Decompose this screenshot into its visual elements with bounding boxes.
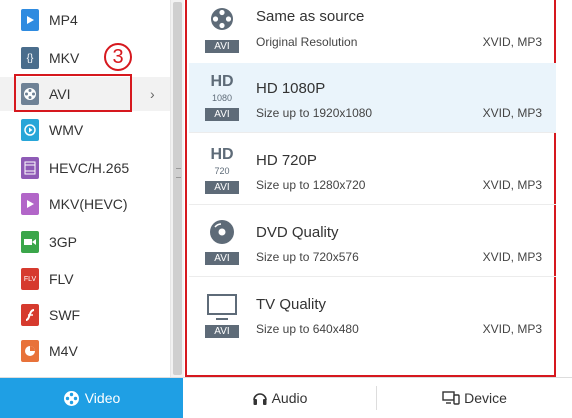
preset-description: Size up to 1280x720 — [256, 178, 366, 192]
resolution-badge: 720 — [214, 166, 230, 176]
preset-codec: XVID, MP3 — [482, 106, 542, 120]
hd-badge: HD — [210, 146, 234, 163]
format-label: SWF — [49, 307, 81, 323]
preset-description: Original Resolution — [256, 35, 358, 49]
preset-item-same-as-source[interactable]: AVI Same as source Original Resolution X… — [189, 0, 556, 70]
format-item-mkv[interactable]: {} MKV — [0, 41, 170, 75]
format-item-mkv-hevc[interactable]: MKV(HEVC) — [0, 187, 170, 221]
chevron-right-icon: › — [150, 86, 155, 102]
preset-name: TV Quality — [256, 296, 327, 313]
format-item-wmv[interactable]: WMV — [0, 113, 170, 147]
preset-item-hd-1080p[interactable]: HD 1080 AVI HD 1080P Size up to 1920x108… — [189, 63, 556, 133]
3gp-icon — [21, 231, 39, 253]
format-list: MP4 {} MKV AVI › WMV HEVC/H.265 MKV(HEVC… — [0, 0, 170, 377]
format-item-3gp[interactable]: 3GP — [0, 225, 170, 259]
format-label: HEVC/H.265 — [49, 160, 130, 176]
headphones-icon — [252, 390, 268, 406]
format-label: WMV — [49, 122, 84, 138]
preset-description: Size up to 1920x1080 — [256, 106, 373, 120]
format-item-flv[interactable]: FLV FLV — [0, 262, 170, 296]
preset-description: Size up to 720x576 — [256, 250, 359, 264]
preset-description: Size up to 640x480 — [256, 322, 359, 336]
format-item-hevc[interactable]: HEVC/H.265 — [0, 151, 170, 185]
tab-label: Video — [84, 390, 121, 406]
hd-1080-icon: HD 1080 AVI — [205, 73, 239, 121]
preset-list: AVI Same as source Original Resolution X… — [185, 0, 556, 377]
hd-720-icon: HD 720 AVI — [205, 146, 239, 194]
format-item-swf[interactable]: SWF — [0, 298, 170, 332]
preset-item-tv-quality[interactable]: AVI TV Quality Size up to 640x480 XVID, … — [189, 279, 556, 349]
preset-codec: XVID, MP3 — [482, 35, 542, 49]
preset-list-scrollbar[interactable] — [556, 0, 572, 377]
hd-badge: HD — [210, 73, 234, 90]
resolution-badge: 1080 — [211, 93, 233, 103]
avi-tag: AVI — [205, 108, 239, 121]
mkv-hevc-icon — [21, 193, 39, 215]
preset-item-dvd-quality[interactable]: AVI DVD Quality Size up to 720x576 XVID,… — [189, 207, 556, 277]
annotation-highlight — [14, 74, 132, 112]
format-label: MKV — [49, 50, 80, 66]
preset-item-hd-720p[interactable]: HD 720 AVI HD 720P Size up to 1280x720 X… — [189, 135, 556, 205]
avi-tag: AVI — [205, 40, 239, 53]
format-item-m4v[interactable]: M4V — [0, 334, 170, 368]
tab-device[interactable]: Device — [377, 378, 572, 418]
m4v-icon — [21, 340, 39, 362]
format-label: MP4 — [49, 12, 78, 28]
preset-name: HD 1080P — [256, 80, 326, 97]
flv-icon: FLV — [21, 268, 39, 290]
avi-tag: AVI — [205, 252, 239, 265]
format-label: 3GP — [49, 234, 78, 250]
format-item-mp4[interactable]: MP4 — [0, 3, 170, 37]
format-list-scrollbar[interactable] — [170, 0, 184, 377]
tab-audio[interactable]: Audio — [183, 378, 376, 418]
avi-tag: AVI — [205, 181, 239, 194]
tab-label: Audio — [271, 390, 308, 406]
preset-codec: XVID, MP3 — [482, 250, 542, 264]
format-label: FLV — [49, 271, 74, 287]
preset-codec: XVID, MP3 — [482, 178, 542, 192]
mp4-icon — [21, 9, 39, 31]
preset-name: Same as source — [256, 8, 365, 25]
format-label: M4V — [49, 343, 78, 359]
preset-name: DVD Quality — [256, 224, 339, 241]
swf-icon — [21, 304, 39, 326]
wmv-icon — [21, 119, 39, 141]
film-reel-icon: AVI — [205, 5, 239, 53]
category-tabs: Video Audio Device — [0, 377, 572, 418]
avi-tag: AVI — [205, 325, 239, 338]
scrollbar-thumb[interactable] — [173, 2, 182, 375]
annotation-step-number: 3 — [104, 43, 132, 71]
mkv-icon: {} — [21, 47, 39, 69]
device-icon — [442, 390, 460, 406]
tab-video[interactable]: Video — [0, 378, 183, 418]
tv-icon: AVI — [205, 290, 239, 338]
preset-codec: XVID, MP3 — [482, 322, 542, 336]
hevc-icon — [21, 157, 39, 179]
film-reel-icon — [63, 390, 80, 407]
tab-label: Device — [464, 390, 507, 406]
format-label: MKV(HEVC) — [49, 196, 128, 212]
preset-name: HD 720P — [256, 152, 317, 169]
scrollbar-grip-icon — [176, 168, 181, 178]
dvd-icon: AVI — [205, 217, 239, 265]
